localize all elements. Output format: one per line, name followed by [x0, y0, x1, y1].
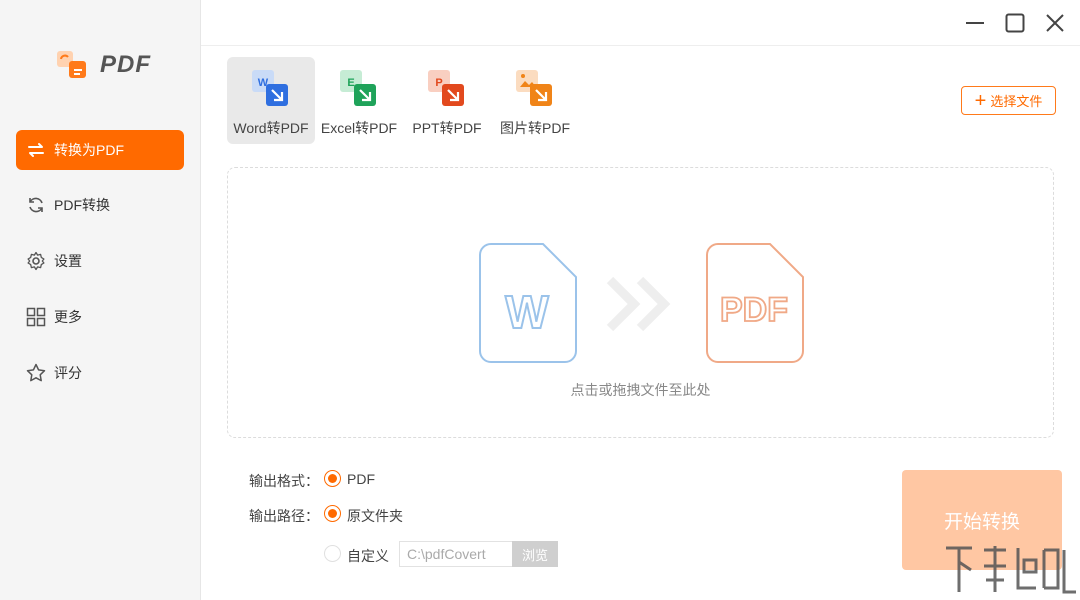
- select-file-label: 选择文件: [990, 94, 1043, 109]
- sidebar: PDF 转换为PDF PDF转换 设置 更多 评分: [0, 0, 201, 600]
- refresh-icon: [26, 195, 46, 215]
- logo-icon: [57, 51, 86, 78]
- gear-icon: [26, 251, 46, 271]
- format-pdf-radio[interactable]: [324, 470, 341, 487]
- word-file-icon: W: [252, 70, 288, 106]
- ppt-file-icon: P: [428, 70, 464, 106]
- grid-icon: [26, 307, 46, 327]
- convert-arrows-icon: [26, 140, 46, 160]
- sidebar-item-label: 更多: [54, 309, 82, 325]
- sidebar-item-rate[interactable]: 评分: [16, 353, 184, 393]
- file-drop-zone[interactable]: W PDF 点击或拖拽文件至此处: [227, 167, 1054, 438]
- tab-label: Excel转PDF: [320, 120, 398, 136]
- watermark-logo: [946, 546, 1076, 594]
- pdf-document-icon: PDF: [706, 243, 804, 363]
- path-custom-radio[interactable]: [324, 545, 341, 562]
- sidebar-item-pdf-convert[interactable]: PDF转换: [16, 185, 184, 225]
- tab-excel-to-pdf[interactable]: E Excel转PDF: [315, 57, 403, 144]
- tab-label: 图片转PDF: [500, 120, 570, 136]
- sidebar-item-label: 转换为PDF: [54, 142, 124, 158]
- sidebar-item-more[interactable]: 更多: [16, 297, 184, 337]
- path-original-radio[interactable]: [324, 505, 341, 522]
- tab-label: PPT转PDF: [412, 120, 482, 136]
- format-pdf-text: PDF: [347, 471, 375, 487]
- tab-image-to-pdf[interactable]: 图片转PDF: [491, 57, 579, 144]
- excel-file-icon: E: [340, 70, 376, 106]
- svg-text:E: E: [347, 77, 354, 89]
- word-document-icon: W: [479, 243, 577, 363]
- app-logo: PDF: [56, 50, 151, 80]
- maximize-icon: [1005, 13, 1025, 33]
- tab-word-to-pdf[interactable]: W Word转PDF: [227, 57, 315, 144]
- tab-label: Word转PDF: [233, 120, 309, 136]
- path-custom-text: 自定义: [347, 548, 389, 564]
- browse-button[interactable]: 浏览: [512, 541, 558, 567]
- minimize-button[interactable]: [962, 10, 988, 36]
- logo-text: PDF: [100, 51, 151, 78]
- output-path-input[interactable]: [399, 541, 512, 567]
- path-original-text: 原文件夹: [347, 508, 403, 524]
- svg-text:W: W: [505, 286, 549, 338]
- maximize-button[interactable]: [1002, 10, 1028, 36]
- sidebar-item-settings[interactable]: 设置: [16, 241, 184, 281]
- double-chevron-right-icon: [606, 276, 671, 332]
- plus-icon: +: [974, 89, 987, 112]
- drop-hint: 点击或拖拽文件至此处: [570, 382, 711, 398]
- output-format-label: 输出格式：: [249, 473, 319, 489]
- sidebar-item-label: 设置: [54, 253, 82, 269]
- svg-text:P: P: [435, 77, 442, 89]
- sidebar-item-label: 评分: [54, 365, 82, 381]
- close-icon: [1046, 14, 1064, 32]
- output-path-label: 输出路径：: [249, 508, 319, 524]
- select-file-button[interactable]: + 选择文件: [961, 86, 1056, 115]
- svg-text:PDF: PDF: [720, 291, 788, 329]
- minimize-icon: [966, 22, 984, 24]
- sidebar-item-label: PDF转换: [54, 197, 110, 213]
- tab-ppt-to-pdf[interactable]: P PPT转PDF: [403, 57, 491, 144]
- sidebar-item-convert-to-pdf[interactable]: 转换为PDF: [16, 130, 184, 170]
- header-divider: [201, 45, 1080, 46]
- image-file-icon: [516, 70, 552, 106]
- close-button[interactable]: [1042, 10, 1068, 36]
- star-icon: [26, 363, 46, 383]
